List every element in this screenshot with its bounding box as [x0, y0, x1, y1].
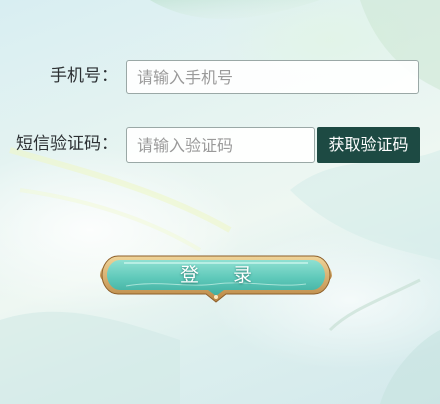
login-button[interactable]: 登 录 — [96, 248, 336, 306]
login-button-label: 登 录 — [179, 264, 267, 286]
phone-input[interactable] — [126, 60, 419, 94]
phone-label: 手机号： — [50, 66, 118, 86]
sms-code-input[interactable] — [126, 127, 315, 163]
sms-code-row: 短信验证码： 获取验证码 — [0, 126, 440, 166]
phone-row: 手机号： — [0, 58, 440, 98]
get-code-button[interactable]: 获取验证码 — [317, 127, 420, 163]
sms-code-label: 短信验证码： — [16, 134, 118, 154]
